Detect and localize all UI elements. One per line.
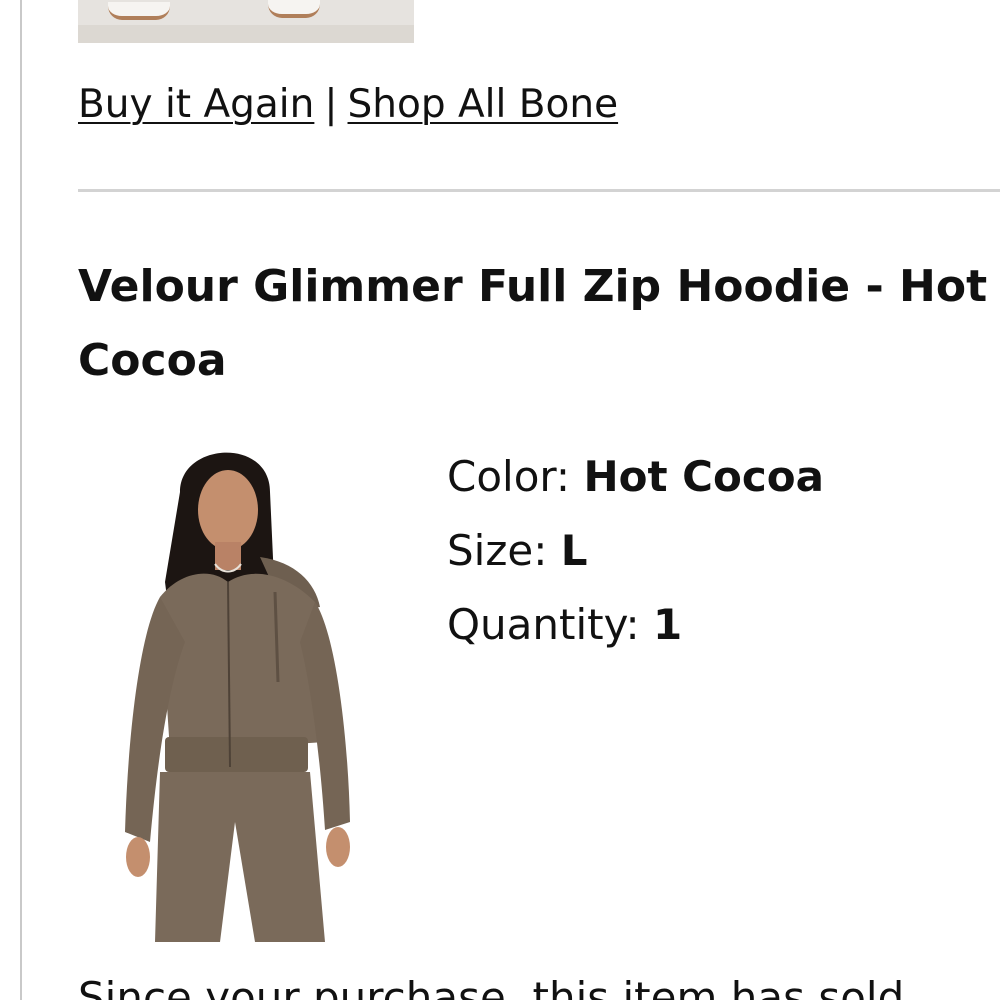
shop-all-link[interactable]: Shop All Bone [348, 82, 619, 127]
quantity-value: 1 [652, 600, 683, 649]
face-shape [198, 470, 258, 550]
size-value: L [560, 526, 588, 575]
product-details: Color: Hot Cocoa Size: L Quantity: 1 [447, 440, 824, 662]
item-actions: Buy it Again | Shop All Bone [78, 80, 618, 130]
sneaker-left-image [108, 2, 170, 20]
sold-out-notice: Since your purchase, this item has sold [78, 973, 905, 1000]
quantity-row: Quantity: 1 [447, 588, 824, 662]
neck-shape [215, 542, 241, 570]
hoodie-body [160, 573, 325, 752]
color-value: Hot Cocoa [583, 452, 824, 501]
left-border [20, 0, 22, 1000]
pants-shape [155, 772, 325, 942]
product-title: Velour Glimmer Full Zip Hoodie - Hot Coc… [78, 261, 988, 386]
link-separator: | [324, 82, 338, 127]
hoodie-waistband [165, 737, 308, 772]
quantity-label: Quantity: [447, 600, 640, 649]
section-divider [78, 189, 1000, 192]
buy-it-again-link[interactable]: Buy it Again [78, 82, 314, 127]
previous-item-image[interactable] [78, 0, 414, 43]
product-image[interactable] [110, 432, 360, 942]
sneaker-right-image [268, 0, 320, 18]
size-label: Size: [447, 526, 548, 575]
left-hand [126, 837, 150, 877]
color-label: Color: [447, 452, 571, 501]
floor-shadow [78, 25, 414, 43]
size-row: Size: L [447, 514, 824, 588]
right-hand [326, 827, 350, 867]
color-row: Color: Hot Cocoa [447, 440, 824, 514]
